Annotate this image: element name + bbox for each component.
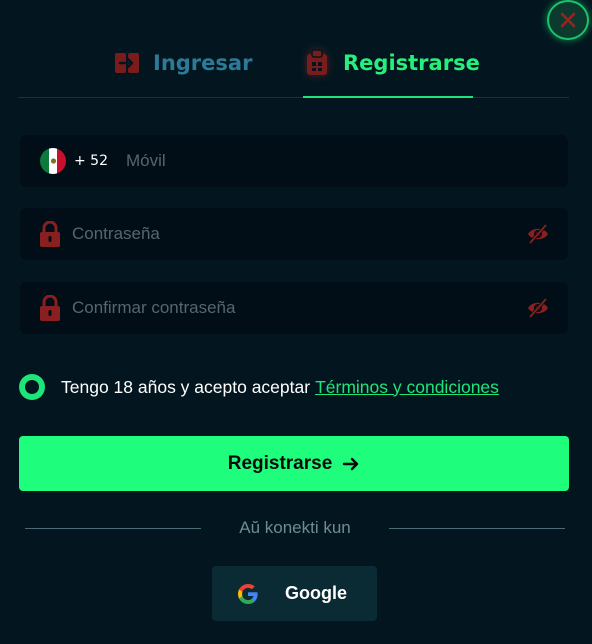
register-button[interactable]: Registrarse bbox=[19, 436, 569, 491]
google-icon bbox=[238, 583, 258, 604]
terms-link[interactable]: Términos y condiciones bbox=[315, 377, 499, 398]
tab-register-label: Registrarse bbox=[343, 51, 480, 75]
terms-radio[interactable] bbox=[19, 374, 45, 400]
confirm-password-input[interactable]: Confirmar contraseña bbox=[72, 298, 235, 318]
register-button-label: Registrarse bbox=[227, 452, 333, 474]
tab-login[interactable]: Ingresar bbox=[113, 30, 252, 96]
login-icon bbox=[113, 49, 141, 77]
phone-field[interactable]: + 52 Móvil bbox=[20, 135, 568, 187]
google-button-label: Google bbox=[285, 583, 347, 603]
google-login-button[interactable]: Google bbox=[212, 566, 377, 621]
phone-input[interactable]: Móvil bbox=[126, 151, 166, 171]
dial-code[interactable]: + 52 bbox=[74, 153, 108, 169]
eye-off-icon[interactable] bbox=[526, 296, 550, 320]
divider-line bbox=[25, 528, 201, 529]
register-icon bbox=[303, 49, 331, 77]
close-icon bbox=[560, 12, 576, 28]
confirm-password-field[interactable]: Confirmar contraseña bbox=[20, 282, 568, 334]
active-tab-indicator bbox=[303, 96, 473, 98]
mexico-flag-icon[interactable] bbox=[40, 148, 66, 174]
lock-icon bbox=[38, 220, 62, 248]
arrow-right-icon bbox=[343, 457, 359, 470]
social-divider: Aŭ konekti kun bbox=[25, 518, 565, 540]
terms-row: Tengo 18 años y acepto aceptar Términos … bbox=[19, 372, 499, 402]
social-divider-text: Aŭ konekti kun bbox=[239, 518, 351, 537]
password-field[interactable]: Contraseña bbox=[20, 208, 568, 260]
password-input[interactable]: Contraseña bbox=[72, 224, 160, 244]
tab-login-label: Ingresar bbox=[153, 51, 253, 75]
eye-off-icon[interactable] bbox=[526, 222, 550, 246]
divider-line bbox=[389, 528, 565, 529]
terms-text: Tengo 18 años y acepto aceptar bbox=[61, 376, 311, 397]
tabs-divider bbox=[18, 97, 569, 98]
lock-icon bbox=[38, 294, 62, 322]
auth-tabs: Ingresar Registrarse bbox=[18, 30, 569, 98]
tab-register[interactable]: Registrarse bbox=[303, 30, 480, 96]
